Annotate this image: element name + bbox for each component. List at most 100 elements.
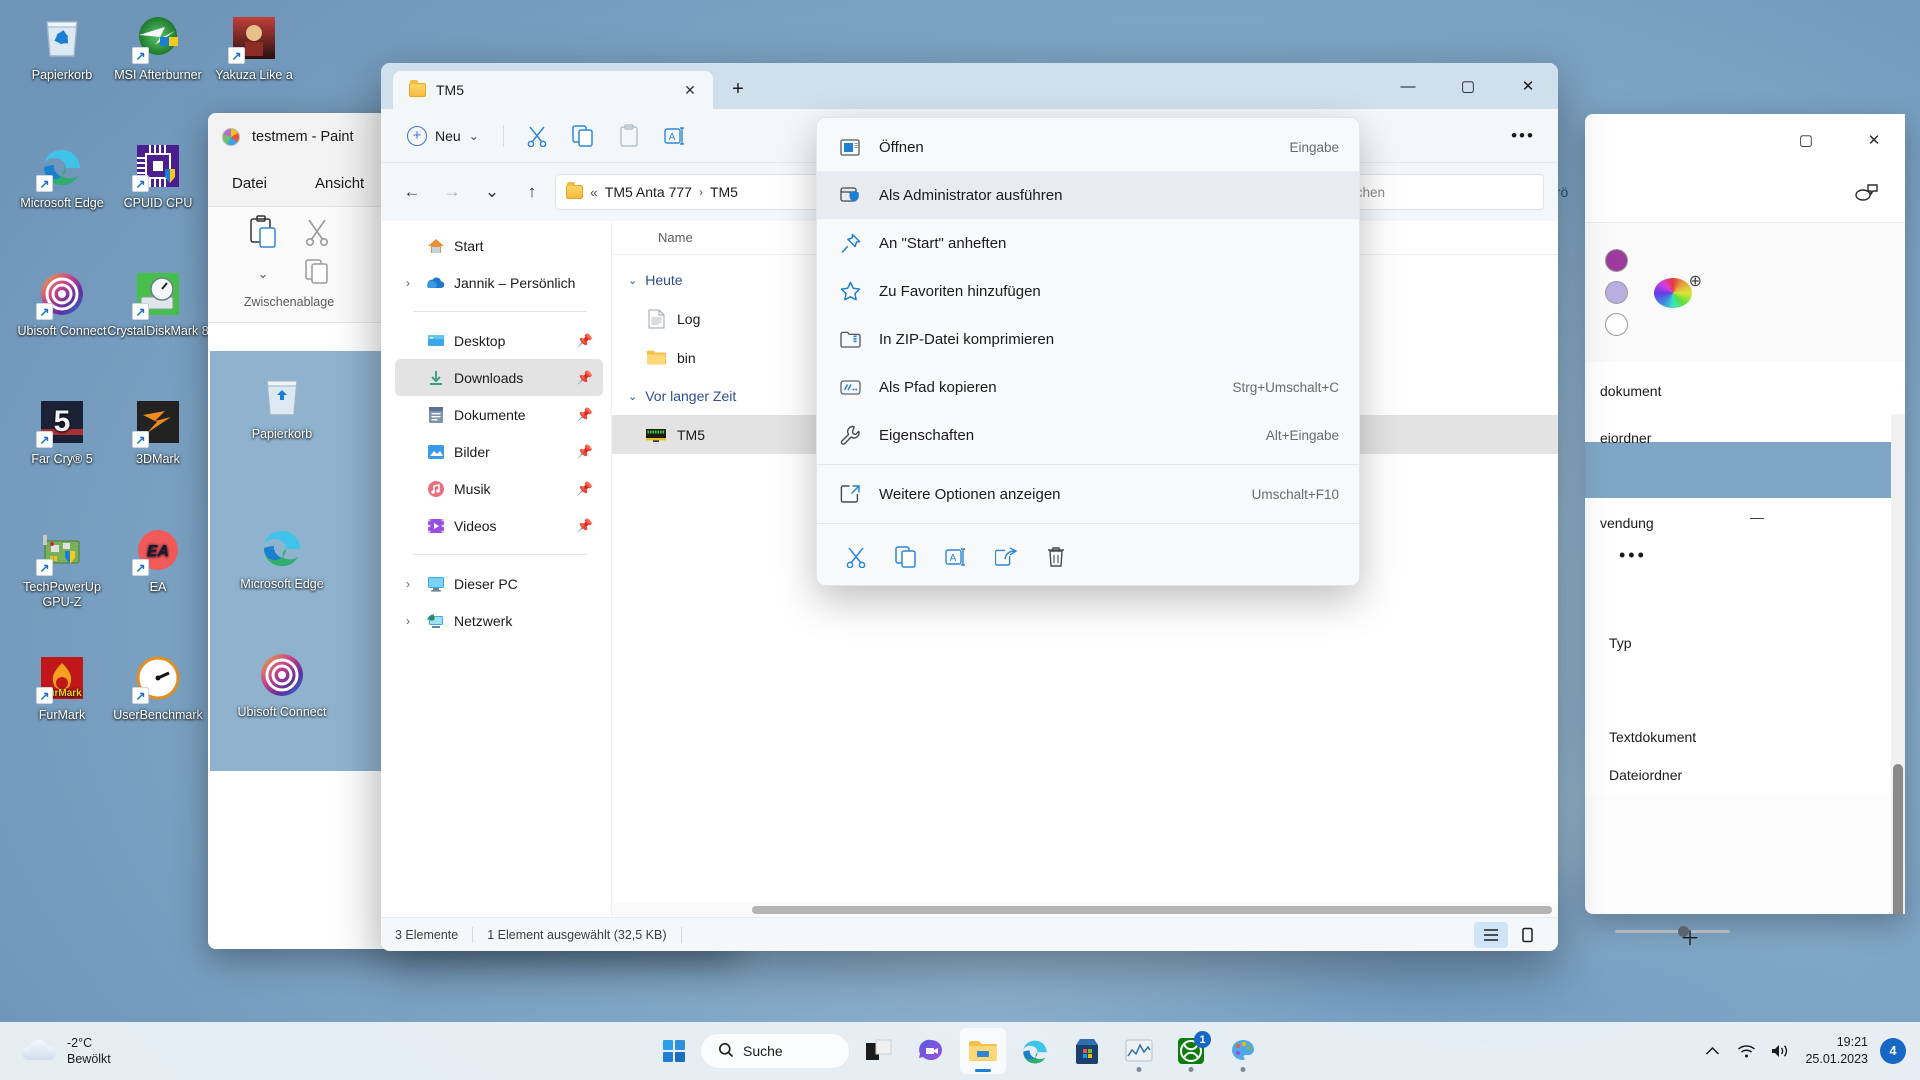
taskbar-microsoft-store-button[interactable]: [1064, 1028, 1110, 1074]
paste-chevron-icon[interactable]: ⌄: [248, 266, 278, 282]
collaborate-icon[interactable]: [1855, 182, 1879, 207]
new-button[interactable]: + Neu ⌄: [395, 119, 491, 153]
pin-icon[interactable]: 📌: [577, 370, 603, 386]
breadcrumb-overflow-icon[interactable]: «: [590, 184, 598, 200]
sidebar-item-dieser-pc[interactable]: › Dieser PC: [395, 565, 603, 602]
maximize-icon[interactable]: ▢: [1791, 125, 1821, 155]
details-view-button[interactable]: [1510, 922, 1544, 948]
pin-icon[interactable]: 📌: [577, 518, 603, 534]
context-menu-item-an-start-anheften[interactable]: An "Start" anheften: [817, 219, 1359, 267]
taskbar-search-button[interactable]: Suche: [700, 1033, 850, 1069]
sidebar-item-dokumente[interactable]: Dokumente 📌: [395, 396, 603, 433]
desktop-icon-userbenchmark[interactable]: UserBenchmark: [104, 654, 212, 723]
color-swatch-column[interactable]: [1605, 249, 1628, 336]
cut-button[interactable]: [516, 118, 558, 154]
paste-icon[interactable]: [248, 215, 278, 254]
sidebar-item-netzwerk[interactable]: › Netzwerk: [395, 602, 603, 639]
tab-close-icon[interactable]: ✕: [677, 77, 703, 103]
chevron-right-icon[interactable]: ›: [399, 577, 417, 591]
menu-datei[interactable]: Datei: [232, 175, 267, 192]
share-icon[interactable]: [981, 537, 1031, 577]
context-menu-item-zu-favoriten-hinzufuegen[interactable]: Zu Favoriten hinzufügen: [817, 267, 1359, 315]
zoom-slider-track[interactable]: [1615, 930, 1730, 933]
sidebar-item-onedrive[interactable]: › Jannik – Persönlich: [395, 264, 603, 301]
taskbar-task-view-button[interactable]: [856, 1028, 902, 1074]
pin-icon[interactable]: 📌: [577, 407, 603, 423]
paint-color-palette[interactable]: [1585, 222, 1905, 362]
start-button[interactable]: [654, 1031, 694, 1071]
chevron-right-icon[interactable]: ›: [399, 614, 417, 628]
desktop-icon-3dmark[interactable]: 3DMark: [104, 398, 212, 467]
chevron-right-icon[interactable]: ›: [399, 276, 417, 290]
pin-icon[interactable]: 📌: [577, 333, 603, 349]
taskbar-chat-button[interactable]: [908, 1028, 954, 1074]
notification-center-badge[interactable]: 4: [1880, 1038, 1906, 1064]
more-options-button[interactable]: •••: [1502, 118, 1544, 154]
sidebar-item-downloads[interactable]: Downloads 📌: [395, 359, 603, 396]
explorer-navigation-pane[interactable]: Start › Jannik – Persönlich Desktop 📌 Do…: [381, 221, 611, 917]
column-header-typ[interactable]: Typ: [1585, 624, 1905, 662]
right-window-scrollbar[interactable]: [1891, 414, 1905, 914]
breadcrumb-item-0[interactable]: TM5 Anta 777: [605, 184, 692, 200]
taskbar-edge-button[interactable]: [1012, 1028, 1058, 1074]
pin-icon[interactable]: 📌: [577, 444, 603, 460]
weather-widget[interactable]: -2°C Bewölkt: [0, 1035, 111, 1067]
taskbar-task-manager-button[interactable]: [1116, 1028, 1162, 1074]
cut-icon[interactable]: [831, 537, 881, 577]
cut-icon[interactable]: [304, 218, 330, 251]
close-button[interactable]: ✕: [1498, 63, 1558, 109]
sidebar-item-bilder[interactable]: Bilder 📌: [395, 433, 603, 470]
recent-locations-button[interactable]: ⌄: [475, 175, 509, 209]
delete-icon[interactable]: [1031, 537, 1081, 577]
up-button[interactable]: ↑: [515, 175, 549, 209]
desktop-icon-papierkorb[interactable]: Papierkorb: [8, 14, 116, 83]
desktop-icon-msi-afterburner[interactable]: MSI Afterburner: [104, 14, 212, 83]
desktop-icon-cpuid-cpu-z[interactable]: CPUID CPU: [104, 142, 212, 211]
chevron-down-icon[interactable]: ⌄: [628, 390, 637, 403]
context-menu-item-als-pfad-kopieren[interactable]: Als Pfad kopieren Strg+Umschalt+C: [817, 363, 1359, 411]
desktop[interactable]: Papierkorb MSI Afterburner: [0, 0, 1920, 1080]
desktop-icon-microsoft-edge[interactable]: Microsoft Edge: [8, 142, 116, 211]
desktop-icon-ubisoft-connect[interactable]: Ubisoft Connect: [8, 270, 116, 339]
taskbar[interactable]: -2°C Bewölkt Suche 1 19:21 25.01.2023 4: [0, 1022, 1920, 1080]
color-swatch-white[interactable]: [1605, 313, 1628, 336]
sidebar-item-videos[interactable]: Videos 📌: [395, 507, 603, 544]
context-menu-item-als-administrator-ausfuehren[interactable]: Als Administrator ausführen: [817, 171, 1359, 219]
context-menu-item-in-zip-datei-komprimieren[interactable]: In ZIP-Datei komprimieren: [817, 315, 1359, 363]
context-menu-item-eigenschaften[interactable]: Eigenschaften Alt+Eingabe: [817, 411, 1359, 459]
close-icon[interactable]: ✕: [1859, 125, 1889, 155]
sidebar-item-desktop[interactable]: Desktop 📌: [395, 322, 603, 359]
context-menu-item-oeffnen[interactable]: Öffnen Eingabe: [817, 123, 1359, 171]
rename-button[interactable]: A: [654, 118, 696, 154]
context-menu[interactable]: Öffnen Eingabe Als Administrator ausführ…: [816, 117, 1360, 586]
menu-ansicht[interactable]: Ansicht: [315, 175, 364, 192]
desktop-icon-far-cry-5[interactable]: 5 Far Cry® 5: [8, 398, 116, 467]
taskbar-paint-button[interactable]: [1220, 1028, 1266, 1074]
new-tab-button[interactable]: +: [721, 72, 755, 106]
list-view-button[interactable]: [1474, 921, 1508, 948]
sidebar-item-musik[interactable]: Musik 📌: [395, 470, 603, 507]
copy-button[interactable]: [562, 118, 604, 154]
color-wheel-icon[interactable]: [1654, 271, 1702, 308]
context-menu-item-weitere-optionen-anzeigen[interactable]: Weitere Optionen anzeigen Umschalt+F10: [817, 470, 1359, 518]
breadcrumb-item-1[interactable]: TM5: [710, 184, 738, 200]
taskbar-xbox-button[interactable]: 1: [1168, 1028, 1214, 1074]
paste-button[interactable]: [608, 118, 650, 154]
taskbar-clock[interactable]: 19:21 25.01.2023: [1797, 1034, 1880, 1068]
color-swatch-secondary[interactable]: [1605, 281, 1628, 304]
scrollbar-thumb[interactable]: [752, 906, 1552, 914]
taskbar-file-explorer-button[interactable]: [960, 1028, 1006, 1074]
more-options-dots[interactable]: •••: [1585, 536, 1905, 574]
back-button[interactable]: ←: [395, 175, 429, 209]
copy-icon[interactable]: [881, 537, 931, 577]
desktop-icon-ea[interactable]: EA EA: [104, 526, 212, 595]
sidebar-item-start[interactable]: Start: [395, 227, 603, 264]
desktop-icon-gpu-z[interactable]: TechPowerUp GPU-Z: [8, 526, 116, 610]
zoom-in-icon[interactable]: ＋: [1680, 922, 1700, 951]
rename-icon[interactable]: A: [931, 537, 981, 577]
maximize-button[interactable]: ▢: [1438, 63, 1498, 109]
minimize-button[interactable]: —: [1378, 63, 1438, 109]
pin-icon[interactable]: 📌: [577, 481, 603, 497]
desktop-icon-furmark[interactable]: FurMark FurMark: [8, 654, 116, 723]
show-hidden-icons-icon[interactable]: [1695, 1034, 1729, 1068]
